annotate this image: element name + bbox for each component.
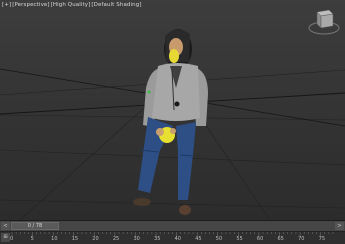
tick-label: 75 bbox=[318, 236, 326, 242]
tick-label: 10 bbox=[51, 236, 58, 242]
tick-label: 50 bbox=[215, 236, 223, 242]
tick-label: 60 bbox=[256, 236, 264, 242]
tick-label: 45 bbox=[195, 236, 202, 242]
tick-label: 20 bbox=[92, 236, 99, 242]
track-bar[interactable]: ⊞ 0 5 10 15 20 25 30 35 40 45 50 55 60 65 70 75 bbox=[0, 232, 345, 244]
tick-label: 70 bbox=[298, 236, 305, 242]
tick-label: 5 bbox=[30, 236, 34, 242]
perspective-viewport[interactable]: [+][Perspective][High Quality][Default S… bbox=[0, 0, 345, 220]
track-bar-icon[interactable]: ⊞ bbox=[1, 233, 10, 242]
tick-label: 55 bbox=[236, 236, 243, 242]
tick-label: 40 bbox=[174, 236, 181, 242]
character-model[interactable] bbox=[0, 0, 345, 220]
time-slider[interactable]: < 0 / 78 > bbox=[0, 221, 345, 232]
time-slider-thumb[interactable]: 0 / 78 bbox=[11, 222, 59, 230]
next-frame-icon[interactable]: > bbox=[335, 222, 344, 230]
tick-label: 30 bbox=[133, 236, 140, 242]
tick-label: 15 bbox=[71, 236, 79, 242]
tick-label: 0 bbox=[10, 236, 14, 242]
timeline-panel: < 0 / 78 > ⊞ 0 5 10 15 20 25 30 35 40 45 50 55 60 65 7… bbox=[0, 220, 345, 244]
prev-frame-icon[interactable]: < bbox=[1, 222, 10, 230]
tick-label: 25 bbox=[112, 236, 120, 242]
tick-label: 65 bbox=[277, 236, 284, 242]
tick-label: 35 bbox=[154, 236, 161, 242]
